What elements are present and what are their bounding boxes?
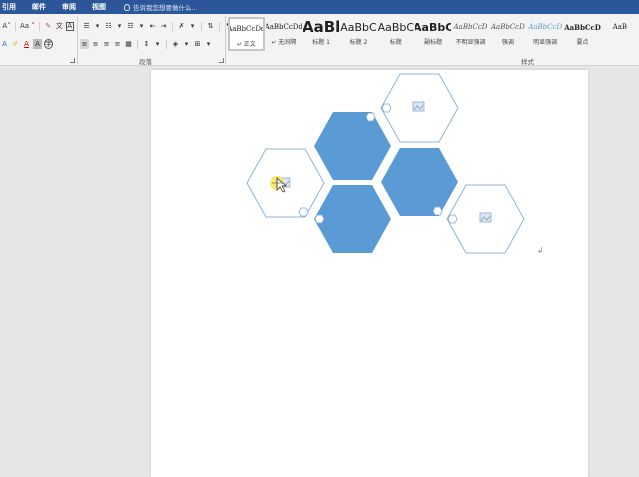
shape-handle[interactable] bbox=[381, 103, 392, 113]
shape-handle[interactable] bbox=[432, 206, 443, 216]
hexagon-filled-3[interactable] bbox=[314, 185, 391, 253]
shape-handle[interactable] bbox=[447, 214, 458, 224]
hexagon-filled-2[interactable] bbox=[381, 148, 458, 216]
hexagon-filled-1[interactable] bbox=[314, 112, 391, 180]
picture-placeholder-icon[interactable] bbox=[479, 212, 492, 223]
hexagon-shapes bbox=[246, 73, 525, 254]
shape-handle[interactable] bbox=[298, 207, 309, 217]
picture-placeholder-icon[interactable] bbox=[412, 101, 425, 112]
shape-handle[interactable] bbox=[365, 112, 376, 122]
paragraph-mark-icon: ↲ bbox=[537, 246, 544, 255]
shape-handle[interactable] bbox=[314, 214, 325, 224]
